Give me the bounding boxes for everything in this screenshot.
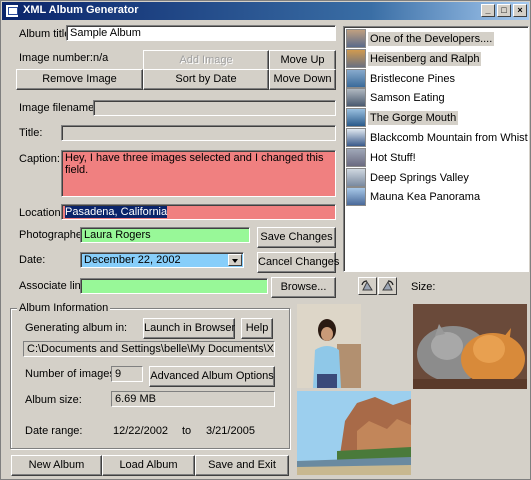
- image-list-item-label: Heisenberg and Ralph: [368, 51, 482, 66]
- rotate-right-button[interactable]: [378, 277, 397, 295]
- date-range-to-word: to: [182, 425, 192, 437]
- number-of-images-label: Number of images:: [25, 368, 118, 380]
- image-thumbnail: [346, 108, 366, 128]
- date-dropdown[interactable]: December 22, 2002: [80, 252, 244, 268]
- photographer-label: Photographer:: [19, 229, 89, 241]
- album-size-label: Album size:: [25, 394, 82, 406]
- add-image-button[interactable]: Add Image: [143, 50, 269, 71]
- associate-link-label: Associate link:: [19, 280, 90, 292]
- caption-textarea[interactable]: Hey, I have three images selected and I …: [61, 150, 336, 197]
- image-list-item-label: Blackcomb Mountain from Whistler ...: [370, 132, 528, 144]
- image-list-item[interactable]: Deep Springs Valley: [346, 167, 528, 187]
- date-range-label: Date range:: [25, 425, 83, 437]
- album-path-field: C:\Documents and Settings\belle\My Docum…: [23, 341, 275, 357]
- generating-album-label: Generating album in:: [25, 322, 128, 334]
- date-range-from: 12/22/2002: [113, 425, 169, 437]
- image-thumbnail: [346, 147, 366, 167]
- image-thumbnail: [346, 167, 366, 187]
- image-list-item-label: Mauna Kea Panorama: [370, 191, 481, 204]
- size-label: Size:: [411, 281, 436, 293]
- rotate-left-button[interactable]: [358, 277, 377, 295]
- advanced-album-options-button[interactable]: Advanced Album Options: [149, 366, 275, 387]
- image-list-item[interactable]: The Gorge Mouth: [346, 108, 528, 128]
- date-value: December 22, 2002: [84, 254, 181, 266]
- cats-photo-image: [413, 304, 527, 389]
- combo-arrow-icon[interactable]: [228, 254, 242, 266]
- title-bar[interactable]: XML Album Generator _ □ ×: [2, 2, 529, 20]
- image-filename-label: Image filename:: [19, 102, 98, 114]
- preview-photo-gorge: [297, 391, 411, 475]
- maximize-button[interactable]: □: [497, 4, 511, 17]
- album-size-value: 6.69 MB: [111, 391, 275, 407]
- image-thumbnail: [346, 48, 366, 68]
- rotate-right-icon: [382, 280, 394, 291]
- image-list-item[interactable]: Samson Eating: [346, 88, 528, 108]
- move-down-button[interactable]: Move Down: [269, 69, 336, 90]
- sort-by-date-button[interactable]: Sort by Date: [143, 69, 269, 90]
- album-title-input[interactable]: Sample Album: [66, 25, 336, 41]
- image-list-item-label: The Gorge Mouth: [368, 111, 459, 126]
- rotate-left-icon: [361, 280, 373, 291]
- album-information-legend: Album Information: [17, 302, 111, 314]
- image-list-item-label: Deep Springs Valley: [370, 171, 469, 184]
- save-changes-button[interactable]: Save Changes: [257, 227, 336, 248]
- image-filename-input[interactable]: [93, 100, 336, 116]
- date-label: Date:: [19, 254, 46, 266]
- image-thumbnail: [346, 29, 366, 48]
- location-label: Location:: [19, 207, 64, 219]
- preview-photo-developer: [297, 304, 361, 388]
- image-thumbnail: [346, 128, 366, 147]
- image-thumbnail: [346, 187, 366, 207]
- browse-button[interactable]: Browse...: [271, 277, 336, 298]
- load-album-button[interactable]: Load Album: [102, 455, 195, 476]
- title-label: Title:: [19, 127, 43, 139]
- cancel-changes-button[interactable]: Cancel Changes: [257, 252, 339, 273]
- minimize-button[interactable]: _: [481, 4, 495, 17]
- image-list-item-label: Samson Eating: [370, 92, 445, 105]
- image-list-item[interactable]: Bristlecone Pines: [346, 68, 528, 88]
- title-input[interactable]: [61, 125, 336, 141]
- image-listbox[interactable]: One of the Developers.... Heisenberg and …: [343, 26, 529, 272]
- move-up-button[interactable]: Move Up: [269, 50, 336, 71]
- save-and-exit-button[interactable]: Save and Exit: [195, 455, 289, 476]
- image-list-item[interactable]: One of the Developers....: [346, 29, 528, 48]
- main-window: XML Album Generator _ □ × Album title: S…: [0, 0, 531, 480]
- image-list-item-label: Hot Stuff!: [370, 151, 416, 164]
- date-range-to: 3/21/2005: [206, 425, 255, 437]
- image-number-label: Image number:: [19, 52, 93, 64]
- location-selected-text: Pasadena, California: [65, 206, 168, 218]
- developer-photo-image: [297, 304, 361, 388]
- preview-photo-cats: [413, 304, 527, 389]
- image-list-item[interactable]: Hot Stuff!: [346, 147, 528, 167]
- new-album-button[interactable]: New Album: [11, 455, 102, 476]
- launch-in-browser-button[interactable]: Launch in Browser: [143, 318, 235, 339]
- close-button[interactable]: ×: [513, 4, 527, 17]
- image-list-item-label: One of the Developers....: [368, 32, 495, 46]
- image-list-item-label: Bristlecone Pines: [370, 72, 455, 85]
- gorge-photo-image: [297, 391, 411, 475]
- image-thumbnail: [346, 88, 366, 108]
- associate-link-input[interactable]: [80, 278, 268, 294]
- number-of-images-value: 9: [111, 366, 143, 382]
- image-thumbnail: [346, 68, 366, 88]
- image-number-value: n/a: [93, 52, 109, 64]
- help-button[interactable]: Help: [241, 318, 273, 339]
- remove-image-button[interactable]: Remove Image: [16, 69, 143, 90]
- app-icon: [5, 4, 19, 18]
- image-list-item[interactable]: Blackcomb Mountain from Whistler ...: [346, 128, 528, 147]
- location-input[interactable]: Pasadena, California: [61, 204, 336, 220]
- image-list-item[interactable]: Heisenberg and Ralph: [346, 48, 528, 68]
- caption-label: Caption:: [19, 153, 60, 165]
- window-title: XML Album Generator: [23, 4, 139, 16]
- image-list-item[interactable]: Mauna Kea Panorama: [346, 187, 528, 207]
- photographer-input[interactable]: Laura Rogers: [80, 227, 250, 243]
